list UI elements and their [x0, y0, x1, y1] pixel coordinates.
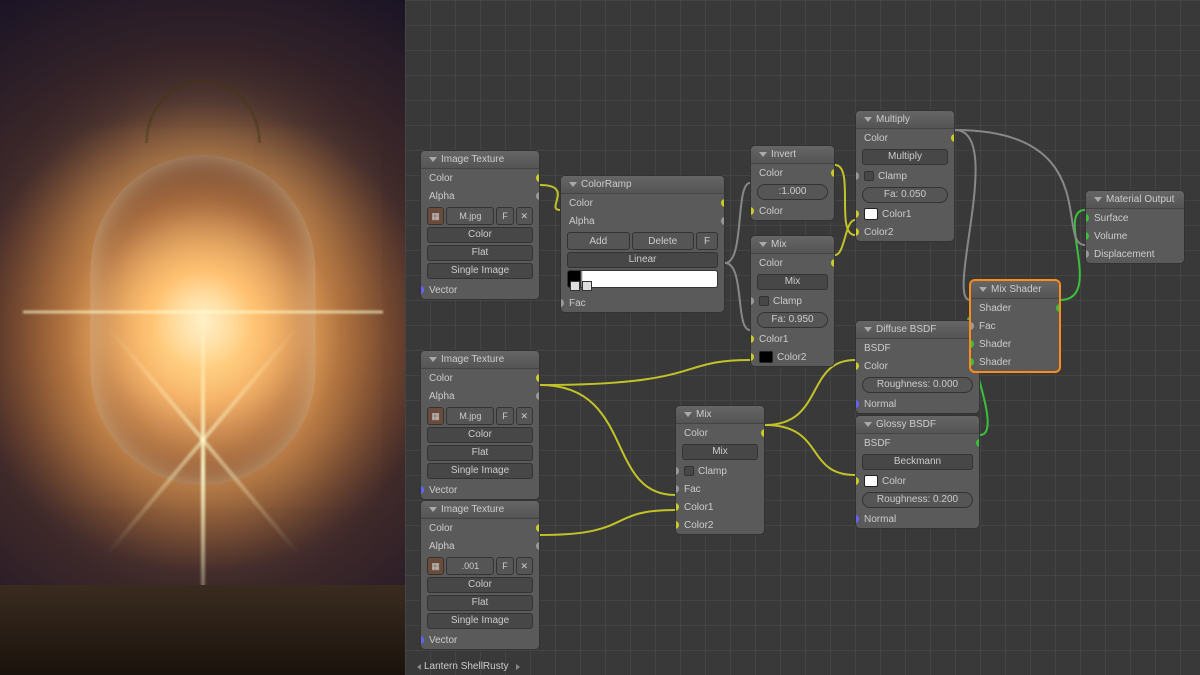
node-mix-shader[interactable]: Mix Shader Shader Fac Shader Shader — [970, 280, 1060, 372]
ramp-flip-button[interactable]: F — [696, 232, 718, 250]
distribution-dropdown[interactable]: Beckmann — [862, 454, 973, 470]
node-invert[interactable]: Invert Color : 1.000 Color — [750, 145, 835, 221]
node-header[interactable]: Material Output — [1086, 191, 1184, 209]
node-header[interactable]: ColorRamp — [561, 176, 724, 194]
fake-user-button[interactable]: F — [496, 207, 513, 225]
node-editor[interactable]: Image Texture Color Alpha ▦ M.jpg F ✕ Co… — [405, 0, 1200, 675]
material-name-label[interactable]: Lantern ShellRusty — [417, 661, 520, 672]
multiply-fac-slider[interactable]: Fa: 0.050 — [862, 187, 948, 203]
node-header[interactable]: Mix Shader — [971, 281, 1059, 299]
node-header[interactable]: Diffuse BSDF — [856, 321, 979, 339]
ramp-delete-button[interactable]: Delete — [632, 232, 695, 250]
image-source-dropdown[interactable]: Single Image — [427, 263, 533, 279]
color2-swatch[interactable] — [759, 351, 773, 363]
node-header[interactable]: Invert — [751, 146, 834, 164]
node-header[interactable]: Mix — [751, 236, 834, 254]
node-mix-1[interactable]: Mix Color Mix Clamp Fa: 0.950 Color1 Col… — [750, 235, 835, 367]
node-header[interactable]: Image Texture — [421, 351, 539, 369]
diffuse-roughness-slider[interactable]: Roughness: 0.000 — [862, 377, 973, 393]
node-header[interactable]: Glossy BSDF — [856, 416, 979, 434]
clamp-checkbox[interactable] — [684, 466, 694, 476]
node-image-texture-1[interactable]: Image Texture Color Alpha ▦ M.jpg F ✕ Co… — [420, 150, 540, 300]
color-space-dropdown[interactable]: Color — [427, 227, 533, 243]
blend-mode-dropdown[interactable]: Mix — [757, 274, 828, 290]
node-diffuse-bsdf[interactable]: Diffuse BSDF BSDF Color Roughness: 0.000… — [855, 320, 980, 414]
node-colorramp[interactable]: ColorRamp Color Alpha Add Delete F Linea… — [560, 175, 725, 313]
ramp-add-button[interactable]: Add — [567, 232, 630, 250]
color-ramp-gradient[interactable] — [567, 270, 718, 288]
clamp-checkbox[interactable] — [759, 296, 769, 306]
image-icon[interactable]: ▦ — [427, 557, 444, 575]
node-image-texture-3[interactable]: Image Texture Color Alpha ▦ .001 F ✕ Col… — [420, 500, 540, 650]
node-multiply[interactable]: Multiply Color Multiply Clamp Fa: 0.050 … — [855, 110, 955, 242]
node-header[interactable]: Image Texture — [421, 151, 539, 169]
image-browser-row[interactable]: ▦ M.jpg F ✕ — [427, 207, 533, 225]
blend-mode-dropdown[interactable]: Multiply — [862, 149, 948, 165]
image-icon[interactable]: ▦ — [427, 207, 444, 225]
blend-mode-dropdown[interactable]: Mix — [682, 444, 758, 460]
node-glossy-bsdf[interactable]: Glossy BSDF BSDF Beckmann Color Roughnes… — [855, 415, 980, 529]
projection-dropdown[interactable]: Flat — [427, 245, 533, 261]
node-material-output[interactable]: Material Output Surface Volume Displacem… — [1085, 190, 1185, 264]
node-header[interactable]: Image Texture — [421, 501, 539, 519]
glossy-roughness-slider[interactable]: Roughness: 0.200 — [862, 492, 973, 508]
mix-fac-slider[interactable]: Fa: 0.950 — [757, 312, 828, 328]
color1-swatch[interactable] — [864, 208, 878, 220]
node-mix-2[interactable]: Mix Color Mix Clamp Fac Color1 Color2 — [675, 405, 765, 535]
node-header[interactable]: Mix — [676, 406, 764, 424]
render-preview — [0, 0, 405, 675]
ramp-interpolation-dropdown[interactable]: Linear — [567, 252, 718, 268]
glossy-color-swatch[interactable] — [864, 475, 878, 487]
node-image-texture-2[interactable]: Image Texture Color Alpha ▦ M.jpg F ✕ Co… — [420, 350, 540, 500]
clamp-checkbox[interactable] — [864, 171, 874, 181]
image-filename[interactable]: M.jpg — [446, 207, 494, 225]
node-header[interactable]: Multiply — [856, 111, 954, 129]
invert-fac-slider[interactable]: : 1.000 — [757, 184, 828, 200]
unlink-button[interactable]: ✕ — [516, 207, 533, 225]
image-icon[interactable]: ▦ — [427, 407, 444, 425]
